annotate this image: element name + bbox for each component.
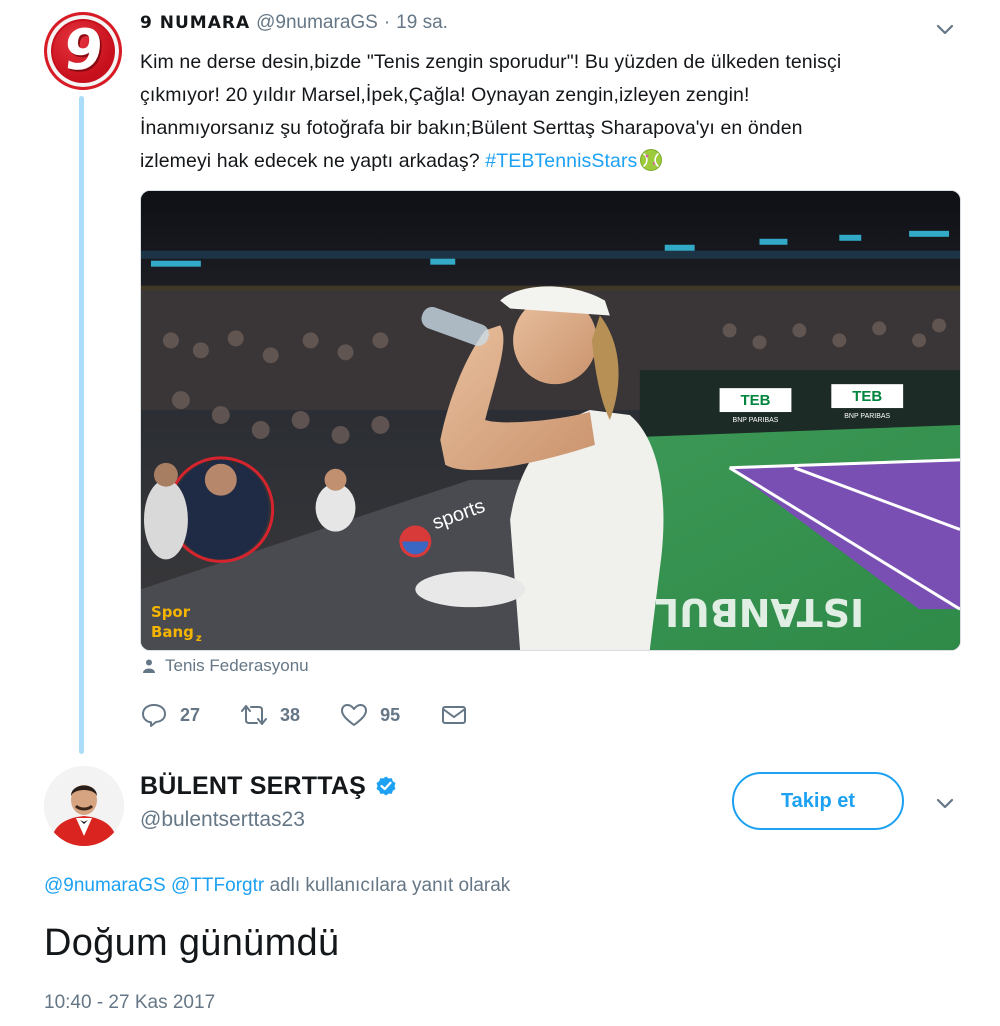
- parent-handle[interactable]: @9numaraGS: [256, 12, 378, 34]
- separator-dot: ·: [383, 12, 391, 33]
- direct-message-icon: [442, 706, 467, 724]
- tweet-actions: 27 38 95: [140, 698, 508, 732]
- court-text: ISTANBUL: [655, 590, 864, 634]
- sponsor-sub-1: BNP PARIBAS: [733, 417, 779, 424]
- replying-to: @9numaraGS @TTForgtr adlı kullanıcılara …: [44, 875, 510, 897]
- tweet-text-line: Kim ne derse desin,bizde "Tenis zengin s…: [140, 51, 842, 73]
- reply-handle[interactable]: @bulentserttas23: [140, 808, 305, 832]
- reply-name-row: BÜLENT SERTTAŞ: [140, 768, 398, 804]
- direct-message-button[interactable]: [440, 702, 468, 728]
- parent-tweet-header: 9 NUMARA @9numaraGS · 19 sa.: [140, 12, 448, 38]
- reply-button[interactable]: 27: [140, 702, 200, 728]
- thread-connector-line: [79, 96, 84, 754]
- sponsor-sub-2: BNP PARIBAS: [844, 413, 890, 420]
- chevron-down-icon[interactable]: [934, 18, 956, 40]
- parent-timestamp[interactable]: 19 sa.: [396, 12, 448, 34]
- person-tag-icon: [143, 659, 155, 673]
- tennis-ball-emoji: [640, 149, 663, 171]
- replying-to-suffix: adlı kullanıcılara yanıt olarak: [264, 875, 511, 896]
- retweet-icon: [241, 705, 268, 725]
- like-button[interactable]: 95: [340, 702, 400, 728]
- tweet-photo[interactable]: TEB BNP PARIBAS TEB BNP PARIBAS ISTANBUL…: [140, 190, 961, 651]
- avatar-label: 9: [60, 18, 106, 83]
- mention-link[interactable]: @9numaraGS: [44, 875, 166, 896]
- tweet-text-line: izlemeyi hak edecek ne yaptı arkadaş?: [140, 150, 486, 172]
- verified-badge-icon: [376, 776, 396, 796]
- watermark-bang: Bang: [151, 623, 194, 641]
- like-count: 95: [380, 704, 401, 725]
- reply-timestamp[interactable]: 10:40 - 27 Kas 2017: [44, 992, 215, 1014]
- tweet-text-line-last: izlemeyi hak edecek ne yaptı arkadaş? #T…: [140, 145, 970, 178]
- reply-display-name[interactable]: BÜLENT SERTTAŞ: [140, 772, 366, 801]
- parent-tweet-text: Kim ne derse desin,bizde "Tenis zengin s…: [140, 46, 970, 178]
- chevron-down-icon[interactable]: [934, 792, 956, 814]
- avatar-image: [44, 766, 124, 846]
- reply-count: 27: [180, 704, 201, 725]
- retweet-count: 38: [280, 704, 301, 725]
- sponsor-logo-1: TEB: [741, 392, 771, 409]
- parent-display-name[interactable]: 9 NUMARA: [140, 13, 250, 33]
- reply-tweet-text: Doğum günümdü: [44, 922, 340, 964]
- watermark-spor: Spor: [151, 603, 191, 621]
- follow-button[interactable]: Takip et: [732, 772, 904, 830]
- watermark-z: z: [196, 633, 202, 644]
- tweet-text-line: çıkmıyor! 20 yıldır Marsel,İpek,Çağla! O…: [140, 84, 750, 106]
- retweet-button[interactable]: 38: [240, 702, 300, 728]
- like-icon: [341, 704, 368, 726]
- photo-illustration: TEB BNP PARIBAS TEB BNP PARIBAS ISTANBUL…: [141, 191, 960, 650]
- hashtag-link[interactable]: #TEBTennisStars: [485, 150, 637, 172]
- reply-icon: [142, 704, 166, 727]
- avatar-9numara[interactable]: 9: [44, 12, 122, 90]
- photo-tag-label: Tenis Federasyonu: [165, 656, 309, 675]
- mention-link[interactable]: @TTForgtr: [171, 875, 264, 896]
- sponsor-logo-2: TEB: [852, 388, 882, 405]
- photo-tag-row[interactable]: Tenis Federasyonu: [143, 654, 309, 678]
- tweet-text-line: İnanmıyorsanız şu fotoğrafa bir bakın;Bü…: [140, 117, 803, 139]
- avatar-bulent-serttas[interactable]: [44, 766, 124, 846]
